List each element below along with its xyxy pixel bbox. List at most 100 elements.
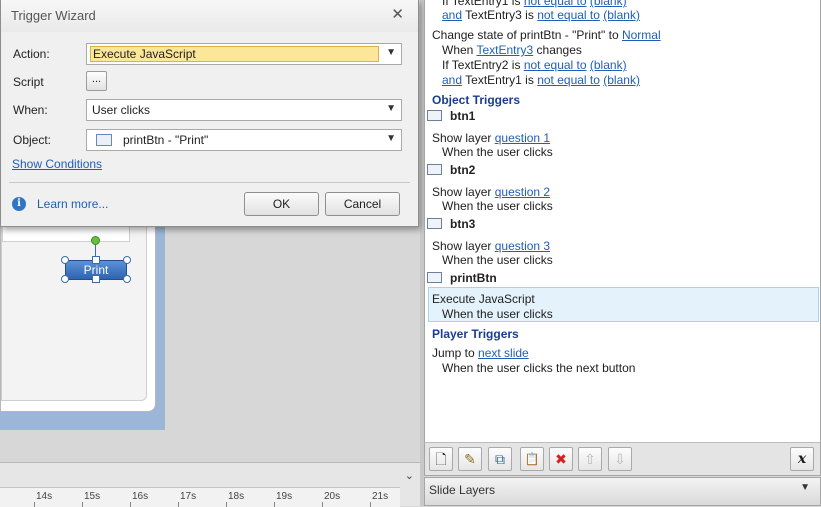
trigger-target-link[interactable]: question 3	[495, 239, 550, 253]
dialog-title: Trigger Wizard	[11, 8, 96, 23]
trigger-target-link[interactable]: next slide	[478, 346, 529, 360]
trigger-action-text: Show layer	[432, 131, 492, 145]
button-object-icon	[427, 110, 442, 121]
show-conditions-link[interactable]: Show Conditions	[12, 157, 102, 171]
trigger-when-text: changes	[536, 43, 582, 57]
tick-label: 21s	[372, 491, 389, 502]
trigger-action-text: Show layer	[432, 185, 492, 199]
trigger-when-text: When	[442, 43, 474, 57]
trigger-action-text: Change state of printBtn - "Print" to	[432, 28, 619, 42]
condition-operator-link[interactable]: not equal to	[537, 8, 600, 22]
paste-trigger-icon[interactable]: 📋	[520, 447, 544, 471]
resize-handle-s[interactable]	[92, 275, 100, 283]
trigger-when-line: When the user clicks	[442, 307, 553, 321]
object-group-btn3[interactable]: btn3	[427, 217, 475, 231]
when-dropdown-value: User clicks	[92, 103, 151, 117]
condition-text: If TextEntry2 is	[442, 58, 521, 72]
dialog-divider	[9, 182, 410, 183]
trigger-wizard-dialog: Trigger Wizard ✕ Action: Execute JavaScr…	[0, 0, 419, 227]
player-triggers-heading: Player Triggers	[432, 327, 519, 341]
trigger-item[interactable]: Show layer question 3	[432, 239, 550, 253]
object-group-printbtn[interactable]: printBtn	[427, 271, 497, 285]
move-down-icon[interactable]: ⇩	[608, 447, 632, 471]
object-label: Object:	[13, 133, 52, 147]
condition-value-link[interactable]: (blank)	[603, 73, 640, 87]
action-dropdown-value: Execute JavaScript	[90, 46, 379, 62]
delete-trigger-icon[interactable]: ✖	[549, 447, 573, 471]
tick-mark	[322, 502, 323, 507]
ok-button[interactable]: OK	[244, 192, 319, 216]
triggers-toolbar: 🗋 ✎ ⧉ 📋 ✖ ⇧ ⇩ x	[424, 442, 821, 476]
tick-label: 15s	[84, 491, 101, 502]
trigger-when-line: When the user clicks	[442, 199, 553, 213]
trigger-when-line: When the user clicks the next button	[442, 361, 636, 375]
trigger-change-state[interactable]: Change state of printBtn - "Print" to No…	[432, 28, 661, 42]
cancel-button[interactable]: Cancel	[325, 192, 400, 216]
chevron-down-icon: ▼	[386, 47, 396, 58]
tick-label: 14s	[36, 491, 53, 502]
script-label: Script	[13, 75, 44, 89]
trigger-item[interactable]: Show layer question 1	[432, 131, 550, 145]
button-object-icon	[427, 218, 442, 229]
object-group-btn2[interactable]: btn2	[427, 163, 475, 177]
new-trigger-icon[interactable]: 🗋	[429, 447, 453, 471]
edit-script-button[interactable]: ...	[86, 71, 107, 91]
resize-handle-nw[interactable]	[61, 256, 69, 264]
object-triggers-heading: Object Triggers	[432, 93, 521, 107]
object-dropdown[interactable]: printBtn - "Print" ▼	[86, 129, 402, 151]
condition-value-link[interactable]: (blank)	[590, 0, 627, 8]
resize-handle-se[interactable]	[123, 275, 131, 283]
resize-handle-ne[interactable]	[123, 256, 131, 264]
tick-mark	[274, 502, 275, 507]
copy-trigger-icon[interactable]: ⧉	[488, 447, 512, 471]
tick-label: 17s	[180, 491, 197, 502]
object-group-btn1[interactable]: btn1	[427, 109, 475, 123]
timeline-ruler[interactable]: 14s 15s 16s 17s 18s 19s 20s 21s	[0, 487, 400, 507]
trigger-action-text: Show layer	[432, 239, 492, 253]
trigger-when-line: When the user clicks	[442, 253, 553, 267]
action-label: Action:	[13, 47, 50, 61]
trigger-condition-line: and TextEntry3 is not equal to (blank)	[442, 8, 640, 22]
dialog-titlebar[interactable]: Trigger Wizard ✕	[1, 0, 418, 32]
trigger-target-link[interactable]: question 1	[495, 131, 550, 145]
learn-more-link[interactable]: Learn more...	[37, 197, 108, 211]
condition-operator-link[interactable]: not equal to	[524, 0, 587, 8]
tick-label: 16s	[132, 491, 149, 502]
trigger-variable-link[interactable]: TextEntry3	[476, 43, 533, 57]
when-label: When:	[13, 103, 48, 117]
edit-trigger-icon[interactable]: ✎	[458, 447, 482, 471]
tick-mark	[178, 502, 179, 507]
action-dropdown[interactable]: Execute JavaScript ▼	[86, 43, 402, 65]
timeline-panel: ⌄ 14s 15s 16s 17s 18s 19s 20s 21s	[0, 462, 420, 507]
resize-handle-sw[interactable]	[61, 275, 69, 283]
condition-and-link[interactable]: and	[442, 73, 462, 87]
info-icon: i	[12, 197, 26, 211]
chevron-down-icon[interactable]: ▼	[800, 482, 810, 493]
condition-and-link[interactable]: and	[442, 8, 462, 22]
tick-label: 20s	[324, 491, 341, 502]
condition-text: TextEntry3 is	[465, 8, 534, 22]
collapse-icon[interactable]: ⌄	[405, 469, 414, 482]
trigger-item[interactable]: Show layer question 2	[432, 185, 550, 199]
slide-layers-header[interactable]: Slide Layers ▼	[424, 477, 821, 506]
tick-mark	[226, 502, 227, 507]
move-up-icon[interactable]: ⇧	[578, 447, 602, 471]
condition-operator-link[interactable]: not equal to	[524, 58, 587, 72]
tick-mark	[34, 502, 35, 507]
manage-variables-icon[interactable]: x	[790, 447, 814, 471]
condition-value-link[interactable]: (blank)	[603, 8, 640, 22]
trigger-state-link[interactable]: Normal	[622, 28, 661, 42]
tick-label: 19s	[276, 491, 293, 502]
rotation-handle[interactable]	[91, 236, 100, 245]
trigger-item[interactable]: Jump to next slide	[432, 346, 529, 360]
trigger-condition-line: and TextEntry1 is not equal to (blank)	[442, 73, 640, 87]
trigger-target-link[interactable]: question 2	[495, 185, 550, 199]
close-icon[interactable]: ✕	[391, 5, 404, 23]
chevron-down-icon: ▼	[386, 133, 396, 144]
button-object-icon	[427, 272, 442, 283]
tick-mark	[130, 502, 131, 507]
when-dropdown[interactable]: User clicks ▼	[86, 99, 402, 121]
condition-value-link[interactable]: (blank)	[590, 58, 627, 72]
condition-operator-link[interactable]: not equal to	[537, 73, 600, 87]
resize-handle-n[interactable]	[92, 256, 100, 264]
